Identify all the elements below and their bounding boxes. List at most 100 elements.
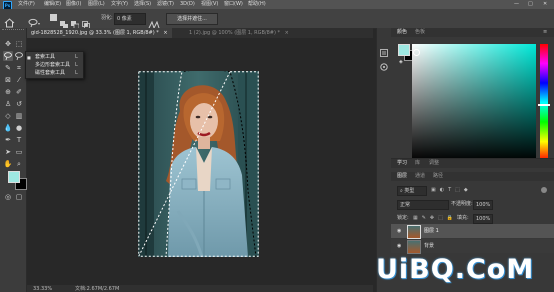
menu-bar: Ps 文件(F) 编辑(E) 图像(I) 图层(L) 文字(Y) 选择(S) 滤… <box>0 0 554 10</box>
blend-mode-select[interactable]: 正常 <box>397 200 449 210</box>
fill-input[interactable]: 100% <box>473 214 493 224</box>
rectangle-tool-icon[interactable]: ▭ <box>14 147 24 157</box>
color-picker-field[interactable] <box>412 44 536 161</box>
path-select-tool-icon[interactable]: ➤ <box>3 147 13 157</box>
eraser-tool-icon[interactable]: ◇ <box>3 111 13 121</box>
quick-select-tool-icon[interactable]: ✎ <box>3 63 13 73</box>
marquee-tool-icon[interactable]: ⬚ <box>14 39 24 49</box>
menu-layer[interactable]: 图层(L) <box>88 1 105 8</box>
eyedropper-tool-icon[interactable]: ⁄ <box>14 75 24 85</box>
frame-tool-icon[interactable]: ⊠ <box>3 75 13 85</box>
panel-menu-icon[interactable]: ≡ <box>543 28 547 36</box>
polygonal-lasso-tool-item[interactable]: 多边形套索工具 <box>35 62 70 68</box>
tab-document-2[interactable]: 1 (2).jpg @ 100% (图层 1, RGB/8#) * × <box>185 28 293 38</box>
menu-window[interactable]: 窗口(W) <box>224 1 243 8</box>
color-picker-cursor[interactable] <box>413 49 420 56</box>
clone-stamp-tool-icon[interactable]: ♙ <box>3 99 13 109</box>
maximize-button[interactable]: □ <box>528 1 533 8</box>
minimize-button[interactable]: — <box>514 1 519 8</box>
hue-slider-handle[interactable] <box>538 104 550 106</box>
hand-tool-icon[interactable]: ✋ <box>3 159 13 169</box>
subtract-selection-icon[interactable] <box>71 14 80 30</box>
new-selection-icon[interactable] <box>50 14 57 21</box>
quick-mask-icon[interactable]: ◎ <box>3 192 13 202</box>
gradient-tool-icon[interactable]: ▥ <box>14 111 24 121</box>
options-bar: 羽化: 0 像素 选择并遮住... <box>0 9 554 30</box>
tab-learn[interactable]: 学习 <box>397 159 407 167</box>
tab-paths[interactable]: 路径 <box>433 172 443 180</box>
properties-panel-icon[interactable] <box>380 56 388 71</box>
crop-tool-icon[interactable]: ⌗ <box>14 63 24 73</box>
hue-slider[interactable] <box>538 44 550 161</box>
document-info[interactable]: 文档:2.67M/2.67M <box>75 286 119 292</box>
tab-document-1[interactable]: gid-1828528_1920.jpg @ 33.3% (图层 1, RGB/… <box>27 28 172 38</box>
menu-help[interactable]: 帮助(H) <box>248 1 266 8</box>
move-tool-icon[interactable]: ✥ <box>3 39 13 49</box>
lasso-tool-label: 套索工具 <box>35 54 56 60</box>
tab-layers[interactable]: 图层 <box>397 172 407 180</box>
magnetic-lasso-tool-item[interactable]: 磁性套索工具 <box>35 70 65 76</box>
menu-file[interactable]: 文件(F) <box>18 1 35 8</box>
opacity-input[interactable]: 100% <box>473 200 493 210</box>
warning-cube-icon[interactable]: ◈ <box>399 59 403 65</box>
zoom-level[interactable]: 33.33% <box>33 286 52 292</box>
tab-channels[interactable]: 通道 <box>415 172 425 180</box>
watermark-text: UiBQ.CoM <box>376 254 535 285</box>
fill-label: 填充: <box>457 215 469 221</box>
lasso-tool-icon[interactable] <box>3 51 13 61</box>
tab-close-icon[interactable]: × <box>285 30 289 36</box>
menu-view[interactable]: 视图(V) <box>201 1 218 8</box>
layer-filter-kind: 类型 <box>404 188 415 194</box>
layer-name[interactable]: 背景 <box>424 243 434 249</box>
lasso-tool-shortcut: L <box>75 54 78 60</box>
menu-edit[interactable]: 编辑(E) <box>44 1 61 8</box>
menu-select[interactable]: 选择(S) <box>134 1 151 8</box>
visibility-eye-icon[interactable]: ◉ <box>397 228 401 234</box>
type-tool-icon[interactable]: T <box>14 135 24 145</box>
blur-tool-icon[interactable]: 💧 <box>3 123 13 133</box>
layer-row-1[interactable]: ◉ 图层 1 <box>391 224 554 239</box>
tab-libraries[interactable]: 库 <box>415 159 420 167</box>
lasso-tool-small-icon[interactable] <box>14 51 24 61</box>
tab-document-1-label: gid-1828528_1920.jpg @ 33.3% (图层 1, RGB/… <box>31 30 159 36</box>
learn-panel-header: 学习 库 调整 <box>391 158 554 168</box>
brush-tool-icon[interactable]: ✐ <box>14 87 24 97</box>
dodge-tool-icon[interactable]: ● <box>14 123 24 133</box>
lasso-tool-item[interactable]: 套索工具 <box>35 54 55 60</box>
tab-close-icon[interactable]: × <box>163 30 167 36</box>
document-image[interactable] <box>138 71 259 257</box>
pen-tool-icon[interactable]: ✒ <box>3 135 13 145</box>
history-brush-tool-icon[interactable]: ↺ <box>14 99 24 109</box>
tab-adjustments[interactable]: 调整 <box>429 159 439 167</box>
lasso-tool-flyout: ■ 套索工具 L 多边形套索工具 L 磁性套索工具 L <box>25 51 84 79</box>
select-and-mask-button[interactable]: 选择并遮住... <box>166 13 218 25</box>
menu-type[interactable]: 文字(Y) <box>111 1 128 8</box>
add-selection-icon[interactable] <box>60 14 68 29</box>
home-icon[interactable] <box>4 13 15 28</box>
menu-filter[interactable]: 滤镜(T) <box>157 1 174 8</box>
tab-swatches[interactable]: 色板 <box>415 28 425 36</box>
feather-input[interactable]: 0 像素 <box>114 13 146 25</box>
menu-3d[interactable]: 3D(D) <box>180 1 195 8</box>
zoom-tool-icon[interactable]: ⌕ <box>14 159 24 169</box>
intersect-selection-icon[interactable] <box>82 14 90 29</box>
foreground-color-swatch[interactable] <box>8 171 20 183</box>
lasso-preset-icon[interactable] <box>28 13 42 28</box>
close-window-button[interactable]: ✕ <box>543 1 547 8</box>
visibility-eye-icon[interactable]: ◉ <box>397 243 401 249</box>
layer-filter-select[interactable]: ⌕ 类型 <box>397 186 427 196</box>
tab-color[interactable]: 颜色 <box>397 28 407 36</box>
status-bar: 33.33% 文档:2.67M/2.67M <box>27 285 373 292</box>
filter-toggle-icon[interactable] <box>541 187 547 193</box>
layer-filter-icons[interactable]: ▣◐T⬚◆ <box>431 187 472 193</box>
layer-name[interactable]: 图层 1 <box>424 228 439 234</box>
panel-foreground-swatch[interactable] <box>398 44 410 56</box>
polygonal-lasso-tool-shortcut: L <box>75 62 78 68</box>
anti-alias-icon[interactable] <box>148 14 160 29</box>
toolbar-grip[interactable] <box>2 29 24 32</box>
healing-brush-tool-icon[interactable]: ⊕ <box>3 87 13 97</box>
screen-mode-icon[interactable]: ▢ <box>14 192 24 202</box>
menu-image[interactable]: 图像(I) <box>66 1 81 8</box>
lock-icons[interactable]: ▦✎✥⬚🔒 <box>413 215 457 221</box>
history-panel-icon[interactable] <box>380 42 388 57</box>
